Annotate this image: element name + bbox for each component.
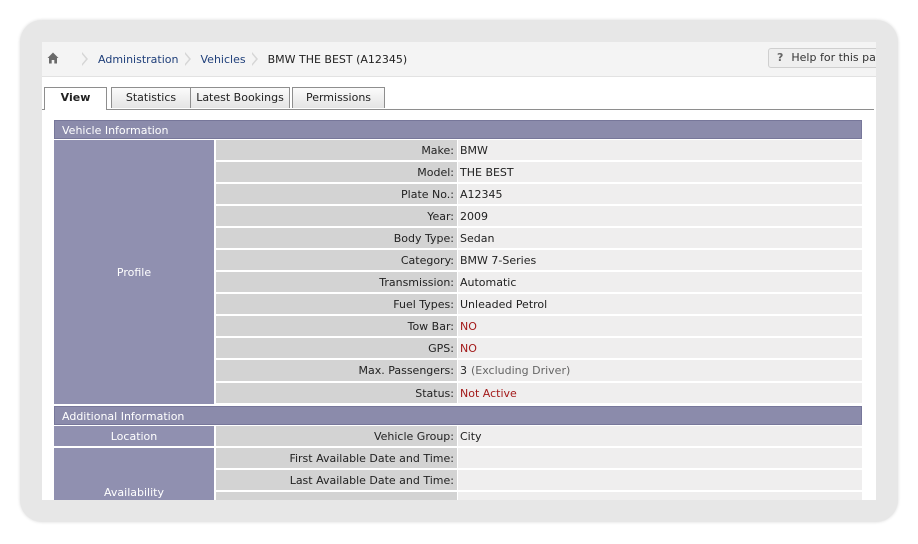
field-value-make: BMW	[458, 140, 862, 161]
field-label: First Available Date and Time:	[216, 448, 457, 469]
section-header-vehicle-information: Vehicle Information	[54, 120, 862, 139]
group-availability-label: Availability	[104, 485, 164, 499]
breadcrumb-administration[interactable]: Administration	[98, 53, 179, 66]
field-label: Last Available Date and Time:	[216, 470, 457, 491]
table-row-model: Model: THE BEST	[216, 162, 862, 184]
field-value-body-type: Sedan	[458, 228, 862, 249]
field-label: Model:	[216, 162, 457, 183]
field-label: Max. Passengers:	[216, 360, 457, 382]
field-label: Body Type:	[216, 228, 457, 249]
field-label: Fuel Types:	[216, 294, 457, 315]
table-row-fuel-types: Fuel Types: Unleaded Petrol	[216, 294, 862, 316]
table-row-first-available: First Available Date and Time:	[216, 448, 862, 470]
tab-latest-bookings[interactable]: Latest Bookings	[190, 87, 290, 108]
field-label: Make:	[216, 140, 457, 161]
home-icon[interactable]	[47, 52, 59, 64]
breadcrumb-vehicles[interactable]: Vehicles	[201, 53, 246, 66]
content-viewport: Administration Vehicles BMW THE BEST (A1…	[42, 42, 876, 500]
field-value-model: THE BEST	[458, 162, 862, 183]
help-label: Help for this page	[791, 51, 876, 64]
field-label: Plate No.:	[216, 184, 457, 205]
field-label-blank	[216, 492, 457, 500]
breadcrumb-separator	[81, 49, 92, 69]
field-value-plate: A12345	[458, 184, 862, 205]
table-row-make: Make: BMW	[216, 140, 862, 162]
field-value-blank	[458, 492, 862, 500]
breadcrumb-separator	[250, 49, 262, 69]
breadcrumb-bar: Administration Vehicles BMW THE BEST (A1…	[42, 42, 876, 77]
tab-view[interactable]: View	[44, 87, 107, 110]
field-label: Category:	[216, 250, 457, 271]
field-label: Year:	[216, 206, 457, 227]
table-row-year: Year: 2009	[216, 206, 862, 228]
group-location-label: Location	[110, 429, 158, 443]
field-label: Status:	[216, 383, 457, 404]
table-row-tow-bar: Tow Bar: NO	[216, 316, 862, 338]
field-value-first-available	[458, 448, 862, 469]
table-row-gps: GPS: NO	[216, 338, 862, 360]
group-availability: Availability	[54, 448, 216, 500]
field-label: GPS:	[216, 338, 457, 359]
table-row-category: Category: BMW 7-Series	[216, 250, 862, 272]
field-value-year: 2009	[458, 206, 862, 227]
table-row-body-type: Body Type: Sedan	[216, 228, 862, 250]
table-row-plate: Plate No.: A12345	[216, 184, 862, 206]
field-value-tow-bar: NO	[458, 316, 862, 337]
field-value-fuel-types: Unleaded Petrol	[458, 294, 862, 315]
section-header-additional-information: Additional Information	[54, 406, 862, 425]
field-value-max-passengers: 3 (Excluding Driver)	[458, 360, 862, 382]
tab-bar: View Statistics Latest Bookings Permissi…	[42, 86, 874, 110]
table-row-last-available: Last Available Date and Time:	[216, 470, 862, 492]
table-row-transmission: Transmission: Automatic	[216, 272, 862, 294]
field-label: Vehicle Group:	[216, 426, 457, 447]
max-passengers-note: (Excluding Driver)	[471, 364, 571, 377]
table-row-status: Status: Not Active	[216, 383, 862, 405]
help-button[interactable]: ? Help for this page	[768, 48, 876, 68]
field-value-gps: NO	[458, 338, 862, 359]
table-row-cut-off	[216, 492, 862, 500]
field-label: Tow Bar:	[216, 316, 457, 337]
group-profile-label: Profile	[116, 265, 152, 279]
field-value-status: Not Active	[458, 383, 862, 404]
table-row-vehicle-group: Vehicle Group: City	[216, 426, 862, 448]
field-value-vehicle-group: City	[458, 426, 862, 447]
field-value-last-available	[458, 470, 862, 491]
field-label: Transmission:	[216, 272, 457, 293]
tab-statistics[interactable]: Statistics	[111, 87, 191, 108]
breadcrumb-current: BMW THE BEST (A12345)	[267, 52, 408, 66]
field-value-category: BMW 7-Series	[458, 250, 862, 271]
group-location: Location	[54, 426, 216, 447]
max-passengers-number: 3	[460, 364, 467, 377]
help-icon: ?	[777, 51, 784, 64]
breadcrumb: Administration Vehicles BMW THE BEST (A1…	[76, 42, 407, 76]
field-value-transmission: Automatic	[458, 272, 862, 293]
breadcrumb-separator	[183, 49, 195, 69]
tab-permissions[interactable]: Permissions	[292, 87, 385, 108]
table-row-max-passengers: Max. Passengers: 3 (Excluding Driver)	[216, 360, 862, 383]
group-profile: Profile	[54, 140, 216, 404]
